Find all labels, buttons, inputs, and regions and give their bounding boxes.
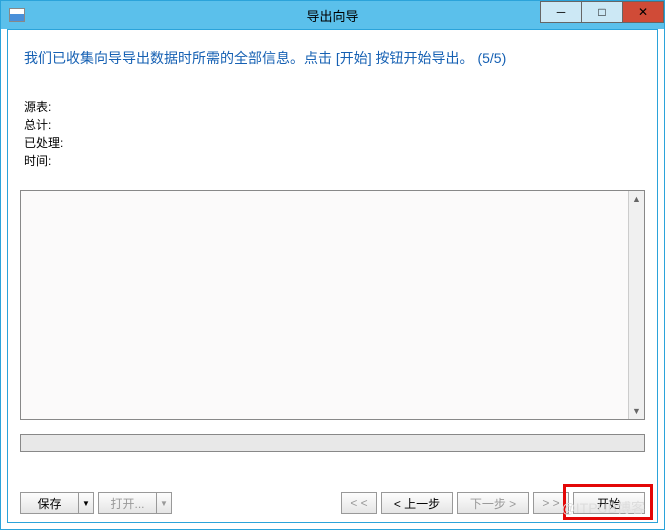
minimize-button[interactable]: ─	[540, 1, 582, 23]
app-icon	[9, 8, 25, 22]
content-area: 我们已收集向导导出数据时所需的全部信息。点击 [开始] 按钮开始导出。 (5/5…	[7, 29, 658, 523]
save-button[interactable]: 保存	[20, 492, 78, 514]
last-button[interactable]: > >	[533, 492, 569, 514]
close-button[interactable]: ✕	[622, 1, 664, 23]
next-button[interactable]: 下一步 >	[457, 492, 529, 514]
open-dropdown-button[interactable]: ▼	[156, 492, 172, 514]
save-dropdown-button[interactable]: ▼	[78, 492, 94, 514]
first-button[interactable]: < <	[341, 492, 377, 514]
open-split-button: 打开... ▼	[98, 492, 172, 514]
titlebar[interactable]: 导出向导 ─ □ ✕	[1, 1, 664, 29]
start-button[interactable]: 开始	[573, 492, 645, 514]
log-textarea[interactable]: ▲ ▼	[20, 190, 645, 420]
open-button[interactable]: 打开...	[98, 492, 156, 514]
time-label: 时间:	[24, 152, 645, 169]
instruction-text: 我们已收集向导导出数据时所需的全部信息。点击 [开始] 按钮开始导出。 (5/5…	[24, 48, 645, 68]
export-wizard-window: 导出向导 ─ □ ✕ 我们已收集向导导出数据时所需的全部信息。点击 [开始] 按…	[0, 0, 665, 530]
source-table-label: 源表:	[24, 98, 645, 115]
scroll-up-icon[interactable]: ▲	[629, 191, 644, 207]
maximize-button[interactable]: □	[581, 1, 623, 23]
scroll-down-icon[interactable]: ▼	[629, 403, 644, 419]
window-title: 导出向导	[306, 6, 358, 25]
processed-label: 已处理:	[24, 134, 645, 151]
button-bar: 保存 ▼ 打开... ▼ < < < 上一步 下一步 > > > 开始	[20, 492, 645, 514]
window-controls: ─ □ ✕	[541, 1, 664, 23]
scrollbar[interactable]: ▲ ▼	[628, 191, 644, 419]
total-label: 总计:	[24, 116, 645, 133]
progress-bar	[20, 434, 645, 452]
save-split-button: 保存 ▼	[20, 492, 94, 514]
prev-button[interactable]: < 上一步	[381, 492, 453, 514]
